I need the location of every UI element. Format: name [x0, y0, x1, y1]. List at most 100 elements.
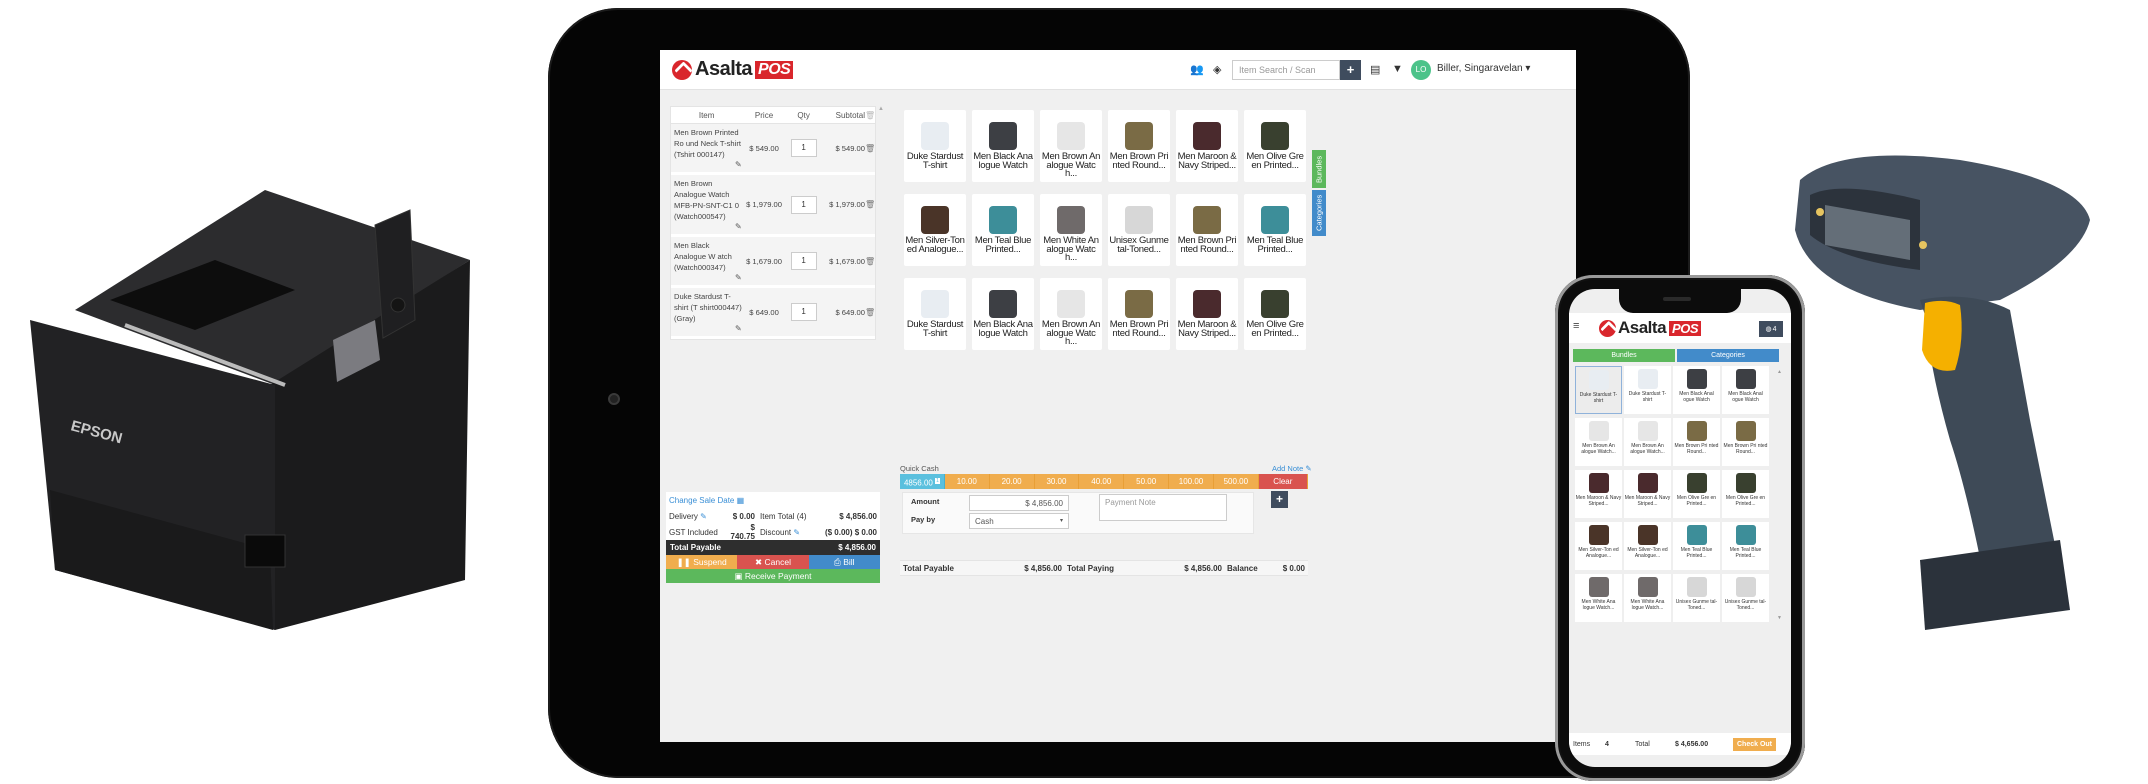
edit-discount-icon[interactable]: ✎ [793, 528, 800, 537]
pay-by-select[interactable]: Cash ▾ [969, 513, 1069, 529]
caret-down-icon[interactable]: ▼ [1392, 63, 1403, 75]
quick-cash-button[interactable]: 20.00 [989, 474, 1035, 489]
phone-product-tile[interactable]: Men Brown An alogue Watch... [1624, 418, 1671, 466]
quick-cash-exact-button[interactable]: 4856.00 1 [900, 474, 945, 489]
product-tile[interactable]: Men Brown An alogue Watc h... [1040, 110, 1102, 182]
phone-tab-categories[interactable]: Categories [1677, 349, 1779, 362]
add-payment-button[interactable]: + [1271, 491, 1288, 508]
delete-item-icon[interactable]: 🗑 [865, 144, 875, 153]
product-tile[interactable]: Men Brown Pri nted Round... [1176, 194, 1238, 266]
edit-item-icon[interactable]: ✎ [735, 273, 742, 282]
phone-product-tile[interactable]: Men Silver-Ton ed Analogue... [1624, 522, 1671, 570]
quantity-input[interactable]: 1 [790, 252, 817, 270]
product-thumbnail [1261, 122, 1289, 150]
phone-product-tile[interactable]: Men White Ana logue Watch... [1624, 574, 1671, 622]
phone-product-tile[interactable]: Men Silver-Ton ed Analogue... [1575, 522, 1622, 570]
payment-note-textarea[interactable]: Payment Note [1099, 494, 1227, 521]
product-name: Duke Stardust T-shirt [1628, 391, 1667, 403]
edit-item-icon[interactable]: ✎ [735, 160, 742, 169]
edit-item-icon[interactable]: ✎ [735, 324, 742, 333]
phone-product-tile[interactable]: Men Black Anal ogue Watch [1673, 366, 1720, 414]
discount-label: Discount [760, 527, 792, 537]
phone-product-tile[interactable]: Unisex Gunme tal-Toned... [1673, 574, 1720, 622]
product-tile[interactable]: Men Brown An alogue Watc h... [1040, 278, 1102, 350]
phone-product-tile[interactable]: Duke Stardust T-shirt [1575, 366, 1622, 414]
phone-product-tile[interactable]: Men Olive Gre en Printed... [1722, 470, 1769, 518]
quick-cash-button[interactable]: 50.00 [1124, 474, 1170, 489]
phone-product-tile[interactable]: Unisex Gunme tal-Toned... [1722, 574, 1769, 622]
product-tile[interactable]: Men Black Ana logue Watch [972, 110, 1034, 182]
bill-button[interactable]: ⎙ Bill [808, 555, 880, 569]
cart-scrollbar[interactable]: ▲ [878, 106, 884, 478]
product-tile[interactable]: Men Olive Gre en Printed... [1244, 110, 1306, 182]
quick-cash-button[interactable]: 500.00 [1213, 474, 1259, 489]
item-search-input[interactable]: Item Search / Scan [1232, 60, 1340, 80]
add-item-button[interactable]: + [1340, 60, 1361, 80]
phone-product-tile[interactable]: Men Maroon & Navy Striped... [1624, 470, 1671, 518]
product-tile[interactable]: Men White An alogue Watc h... [1040, 194, 1102, 266]
product-name: Men Olive Gre en Printed... [1676, 495, 1717, 507]
register-icon[interactable]: ▤ [1370, 63, 1380, 76]
quantity-input[interactable]: 1 [790, 139, 817, 157]
delete-item-icon[interactable]: 🗑 [865, 308, 875, 317]
product-name: Duke Stardust T-shirt [1579, 392, 1618, 404]
tab-bundles[interactable]: Bundles [1312, 150, 1326, 188]
quick-cash-button[interactable]: 100.00 [1169, 474, 1214, 489]
delete-item-icon[interactable]: 🗑 [865, 200, 875, 209]
cube-icon[interactable]: ◈ [1213, 63, 1221, 76]
product-tile[interactable]: Men Teal Blue Printed... [1244, 194, 1306, 266]
product-tile[interactable]: Men Maroon & Navy Striped... [1176, 278, 1238, 350]
quantity-input[interactable]: 1 [790, 303, 817, 321]
clear-cart-icon[interactable]: 🗑 [865, 111, 875, 120]
phone-product-tile[interactable]: Men Olive Gre en Printed... [1673, 470, 1720, 518]
suspend-button[interactable]: ❚❚ Suspend [666, 555, 738, 569]
receive-payment-button[interactable]: ▣ Receive Payment [666, 569, 880, 583]
product-tile[interactable]: Men Brown Pri nted Round... [1108, 278, 1170, 350]
amount-input[interactable]: $ 4,856.00 [969, 495, 1069, 511]
phone-product-tile[interactable]: Men Maroon & Navy Striped... [1575, 470, 1622, 518]
user-menu[interactable]: Biller, Singaravelan ▾ [1437, 63, 1530, 74]
product-tile[interactable]: Men Black Ana logue Watch [972, 278, 1034, 350]
product-name: Men Olive Gre en Printed... [1246, 319, 1304, 339]
product-tile[interactable]: Unisex Gunme tal-Toned... [1108, 194, 1170, 266]
phone-tab-bundles[interactable]: Bundles [1573, 349, 1675, 362]
product-tile[interactable]: Men Maroon & Navy Striped... [1176, 110, 1238, 182]
phone-product-tile[interactable]: Men Brown Pri nted Round... [1673, 418, 1720, 466]
phone-product-tile[interactable]: Men White Ana logue Watch... [1575, 574, 1622, 622]
product-thumbnail [1735, 473, 1756, 493]
product-tile[interactable]: Men Olive Gre en Printed... [1244, 278, 1306, 350]
edit-delivery-icon[interactable]: ✎ [700, 512, 707, 521]
menu-icon[interactable]: ≡ [1573, 320, 1579, 332]
product-tile[interactable]: Duke Stardust T-shirt [904, 278, 966, 350]
product-tile[interactable]: Duke Stardust T-shirt [904, 110, 966, 182]
product-name: Unisex Gunme tal-Toned... [1675, 599, 1718, 611]
checkout-button[interactable]: Check Out [1733, 737, 1777, 751]
product-tile[interactable]: Men Brown Pri nted Round... [1108, 110, 1170, 182]
product-tile[interactable]: Men Silver-Ton ed Analogue... [904, 194, 966, 266]
users-icon[interactable]: 👥 [1190, 63, 1204, 76]
phone-product-tile[interactable]: Men Teal Blue Printed... [1673, 522, 1720, 570]
tab-categories[interactable]: Categories [1312, 190, 1326, 236]
cancel-button[interactable]: ✖ Cancel [737, 555, 809, 569]
product-tile[interactable]: Men Teal Blue Printed... [972, 194, 1034, 266]
payment-form: Amount Pay by $ 4,856.00 Cash ▾ Payment N… [902, 492, 1254, 534]
clear-button[interactable]: Clear [1258, 474, 1308, 489]
app-logo[interactable]: Asalta POS [672, 58, 794, 81]
phone-product-tile[interactable]: Men Brown An alogue Watch... [1575, 418, 1622, 466]
quantity-input[interactable]: 1 [790, 195, 817, 214]
quick-cash-button[interactable]: 10.00 [944, 474, 990, 489]
edit-item-icon[interactable]: ✎ [735, 222, 742, 231]
quick-cash-button[interactable]: 40.00 [1079, 474, 1125, 489]
quick-cash-button[interactable]: 30.00 [1034, 474, 1080, 489]
phone-product-tile[interactable]: Men Teal Blue Printed... [1722, 522, 1769, 570]
add-note-link[interactable]: Add Note ✎ [1272, 464, 1312, 473]
phone-product-tile[interactable]: Duke Stardust T-shirt [1624, 366, 1671, 414]
items-value: 4 [1605, 740, 1609, 748]
phone-product-tile[interactable]: Men Black Anal ogue Watch [1722, 366, 1769, 414]
avatar[interactable]: LO [1411, 60, 1431, 80]
phone-product-tile[interactable]: Men Brown Pri nted Round... [1722, 418, 1769, 466]
change-sale-date-link[interactable]: Change Sale Date ▦ [669, 496, 744, 505]
delete-item-icon[interactable]: 🗑 [865, 257, 875, 266]
cart-row: Men Brown Analogue Watch MFB-PN-SNT-C1 0… [671, 175, 875, 237]
total-payable-value: $ 4,856.00 [838, 543, 876, 552]
